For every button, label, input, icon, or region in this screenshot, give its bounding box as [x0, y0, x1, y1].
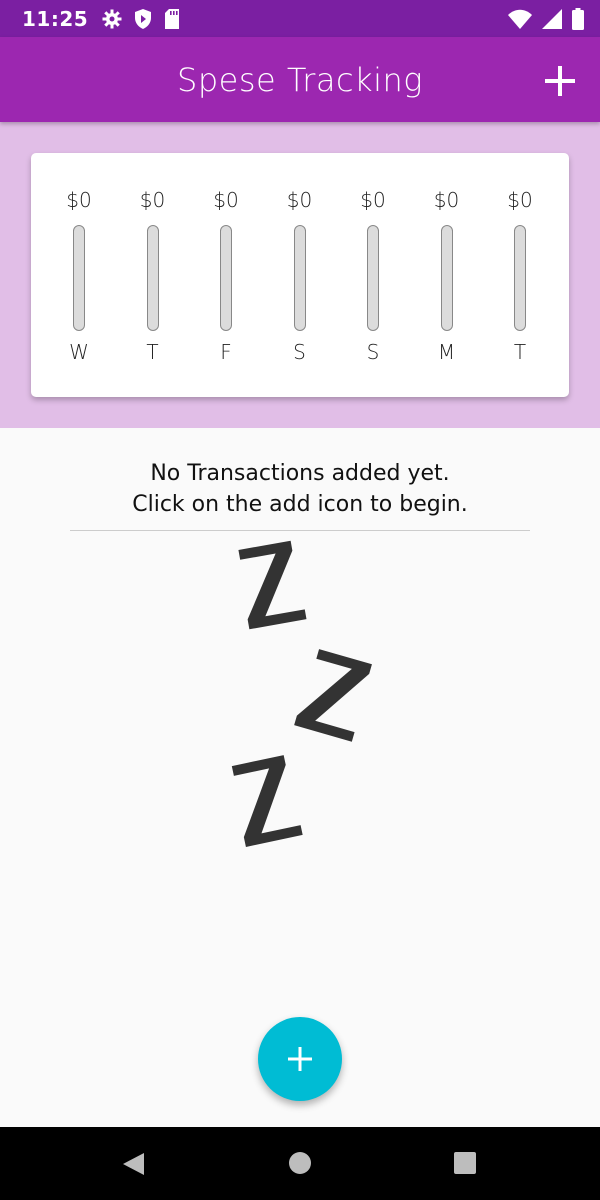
bar-amount-label: $0 — [360, 188, 386, 212]
add-transaction-button[interactable] — [540, 61, 580, 101]
chart-bar-column: $0 W — [49, 153, 109, 397]
bar-amount-label: $0 — [433, 188, 460, 212]
chart-bar-column: $0 M — [417, 153, 477, 397]
bar-track — [514, 225, 526, 331]
back-icon[interactable] — [120, 1151, 146, 1177]
app-bar: Spese Tracking — [0, 37, 600, 122]
bar-track — [367, 225, 379, 331]
status-time: 11:25 — [22, 6, 89, 31]
bar-day-label: F — [220, 340, 232, 364]
settings-icon — [102, 9, 122, 28]
chart-bar-column: $0 F — [196, 153, 256, 397]
status-icons-right — [508, 7, 584, 30]
bar-day-label: W — [69, 340, 89, 364]
bar-amount-label: $0 — [139, 188, 166, 212]
bar-day-label: T — [513, 340, 527, 364]
bar-track — [73, 225, 85, 331]
battery-icon — [572, 7, 584, 30]
chart-bar-column: $0 T — [123, 153, 183, 397]
empty-state-line-1: No Transactions added yet. — [150, 461, 450, 486]
bar-amount-label: $0 — [66, 188, 92, 212]
app-title: Spese Tracking — [177, 60, 423, 99]
bar-amount-label: $0 — [286, 188, 313, 212]
divider — [70, 530, 530, 531]
bar-day-label: M — [437, 340, 456, 364]
shield-icon — [135, 8, 152, 29]
bar-track — [146, 225, 159, 331]
weekly-chart-card: $0 W $0 T $0 F $0 S $0 S $0 M $0 T — [31, 153, 569, 397]
bar-amount-label: $0 — [507, 188, 533, 212]
sleeping-zzz-icon — [231, 540, 372, 847]
sd-card-icon — [165, 8, 180, 29]
status-icons-left — [102, 8, 180, 29]
recents-icon[interactable] — [453, 1151, 477, 1175]
signal-icon — [542, 8, 562, 29]
bar-track — [293, 225, 306, 331]
weekly-chart-area: $0 W $0 T $0 F $0 S $0 S $0 M $0 T — [0, 122, 600, 428]
system-nav-bar — [0, 1127, 600, 1200]
chart-bar-column: $0 T — [490, 153, 550, 397]
bar-track — [440, 225, 453, 331]
empty-state-line-2: Click on the add icon to begin. — [132, 492, 468, 517]
empty-state-message: No Transactions added yet. Click on the … — [0, 458, 600, 520]
add-icon — [288, 1047, 312, 1071]
bar-track — [220, 225, 232, 331]
add-transaction-fab[interactable] — [258, 1017, 342, 1101]
home-icon[interactable] — [288, 1151, 312, 1175]
wifi-icon — [508, 9, 532, 29]
bar-amount-label: $0 — [213, 188, 239, 212]
chart-bar-column: $0 S — [343, 153, 403, 397]
bar-day-label: S — [293, 340, 306, 364]
add-icon — [545, 66, 575, 96]
bar-day-label: T — [146, 340, 159, 364]
bar-day-label: S — [366, 340, 380, 364]
chart-bar-column: $0 S — [270, 153, 330, 397]
status-bar: 11:25 — [0, 0, 600, 37]
